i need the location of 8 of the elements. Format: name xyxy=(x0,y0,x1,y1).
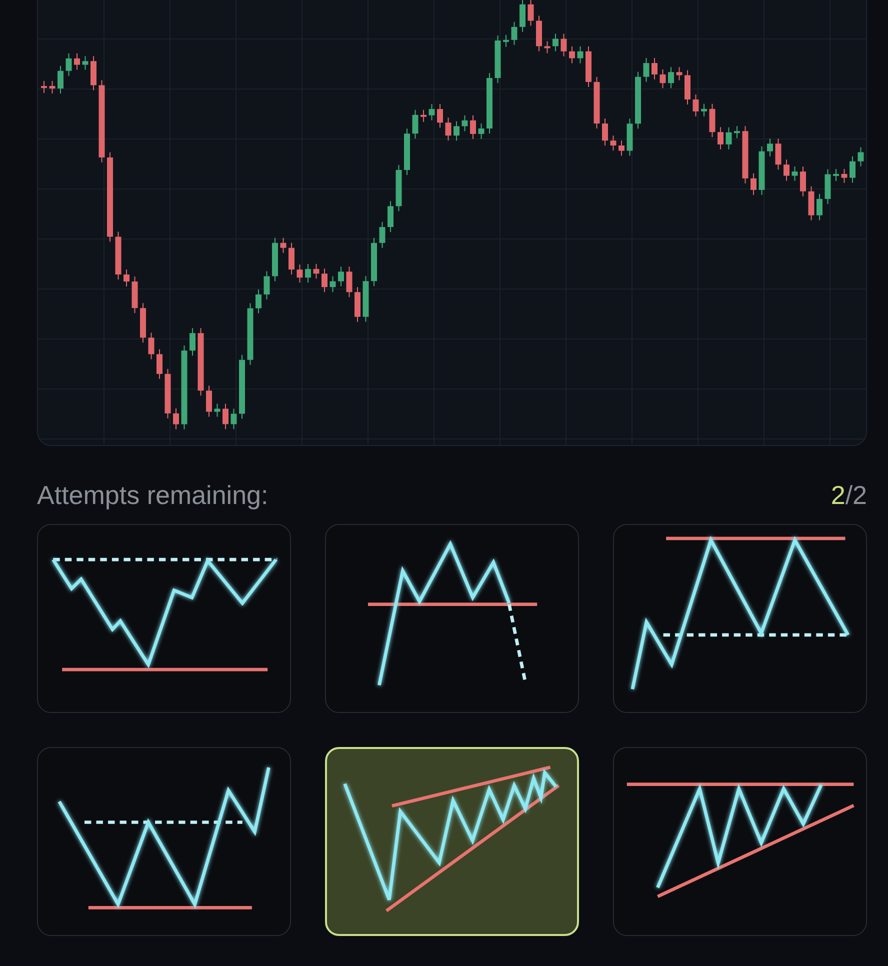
attempts-remaining: 2 xyxy=(830,480,846,510)
pattern-card[interactable] xyxy=(325,524,579,713)
pattern-card[interactable] xyxy=(37,524,291,713)
pattern-card[interactable] xyxy=(613,524,867,713)
pattern-card[interactable] xyxy=(37,747,291,936)
attempts-label: Attempts remaining: xyxy=(37,478,268,512)
pattern-card[interactable] xyxy=(613,747,867,936)
attempts-total: /2 xyxy=(845,480,867,510)
